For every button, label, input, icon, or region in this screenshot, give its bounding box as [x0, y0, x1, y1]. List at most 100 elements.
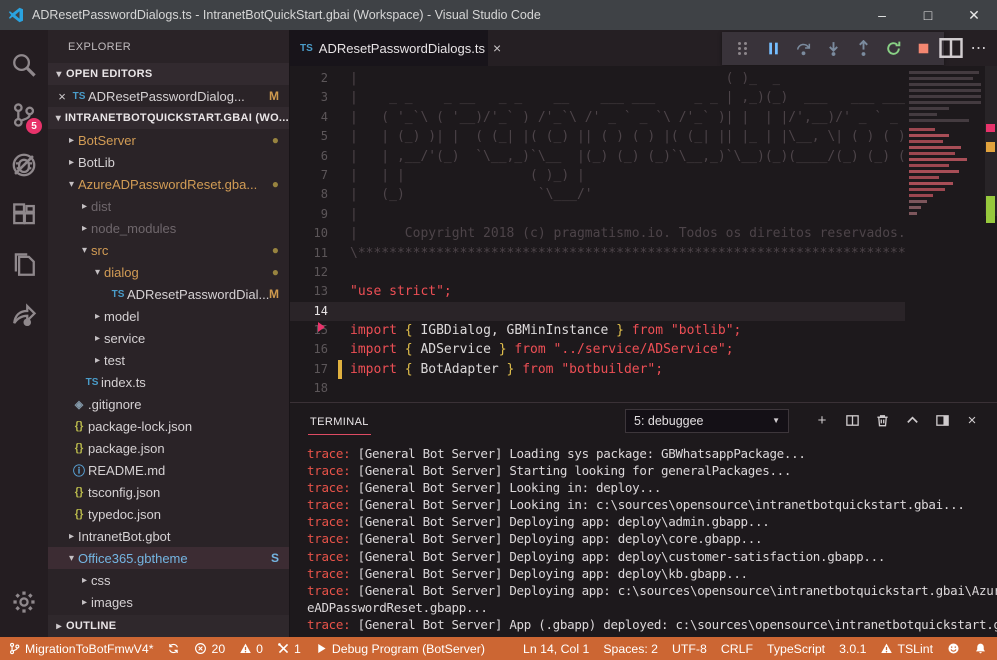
tree-item-dialog[interactable]: ▾dialog●	[48, 261, 289, 283]
tree-item-model[interactable]: ▸model	[48, 305, 289, 327]
toggle-panel-button[interactable]	[929, 408, 955, 434]
modified-badge: M	[269, 89, 279, 103]
code-line[interactable]: 4| ( '_`\ ( '__)/'_` ) /'_`\ /' _ ` _ `\…	[290, 108, 905, 127]
status-typescript[interactable]: TypeScript	[767, 642, 825, 656]
new-terminal-button[interactable]: +	[809, 408, 835, 434]
code-line[interactable]: 14	[290, 302, 905, 321]
code-line[interactable]: 3| _ _ _ __ _ _ __ ___ ___ _ _ | ,_)(_) …	[290, 88, 905, 107]
minimap[interactable]	[905, 66, 985, 402]
status-label: 20	[211, 642, 225, 656]
tree-item-index-ts[interactable]: TSindex.ts	[48, 371, 289, 393]
split-editor-button[interactable]	[937, 34, 965, 62]
code-line[interactable]: 18	[290, 379, 905, 398]
tree-item-test[interactable]: ▸test	[48, 349, 289, 371]
tree-item-service[interactable]: ▸service	[48, 327, 289, 349]
step-out-button[interactable]	[848, 34, 878, 64]
status-tslint[interactable]: TSLint	[880, 642, 933, 656]
breakpoint-arrow-icon[interactable]	[318, 322, 325, 332]
code-line[interactable]: 16import { ADService } from "../service/…	[290, 340, 905, 359]
close-icon[interactable]: ×	[54, 89, 70, 104]
code-line[interactable]: 10| Copyright 2018 (c) pragmatismo.io. T…	[290, 224, 905, 243]
status-bell-icon[interactable]	[974, 642, 987, 655]
kill-terminal-button[interactable]	[869, 408, 895, 434]
tab-close-icon[interactable]: ×	[493, 40, 501, 56]
stop-button[interactable]	[908, 34, 938, 64]
terminal-selector[interactable]: 5: debuggee ▼	[625, 409, 789, 433]
tree-item-botserver[interactable]: ▸BotServer●	[48, 129, 289, 151]
tree-item-gitignore[interactable]: ◈.gitignore	[48, 393, 289, 415]
tree-item-dist[interactable]: ▸dist	[48, 195, 289, 217]
outline-header[interactable]: ▸ OUTLINE	[48, 615, 289, 637]
code-line[interactable]: 17import { BotAdapter } from "botbuilder…	[290, 360, 905, 379]
tree-item-typedoc-json[interactable]: {}typedoc.json	[48, 503, 289, 525]
more-actions-button[interactable]: ⋯	[965, 34, 993, 62]
open-editors-header[interactable]: ▾ OPEN EDITORS	[48, 63, 289, 85]
restart-button[interactable]	[878, 34, 908, 64]
close-button[interactable]: ✕	[951, 0, 997, 30]
tree-item-label: dialog	[104, 265, 139, 280]
code-line[interactable]: 11\*************************************…	[290, 244, 905, 263]
tree-item-src[interactable]: ▾src●	[48, 239, 289, 261]
step-into-button[interactable]	[818, 34, 848, 64]
code-line[interactable]: 9|	[290, 205, 905, 224]
status-3-0-1[interactable]: 3.0.1	[839, 642, 866, 656]
code-line[interactable]: 8| (_) `\___/'	[290, 185, 905, 204]
status-20[interactable]: 20	[194, 642, 225, 656]
status-ln-14-col-1[interactable]: Ln 14, Col 1	[523, 642, 589, 656]
tab-adresetpassworddialogs[interactable]: TS ADResetPasswordDialogs.ts ×	[290, 30, 488, 66]
line-number: 5	[290, 127, 328, 146]
code-line[interactable]: 2| ( )_ _	[290, 69, 905, 88]
tree-item-images[interactable]: ▸images	[48, 591, 289, 613]
code-line[interactable]: 7| | | ( )_) |	[290, 166, 905, 185]
share-icon[interactable]	[0, 290, 48, 340]
status-spaces-2[interactable]: Spaces: 2	[603, 642, 658, 656]
tree-item-adresetpassworddial[interactable]: TSADResetPasswordDial...M	[48, 283, 289, 305]
terminal-tab[interactable]: TERMINAL	[308, 407, 371, 435]
status-sync-icon[interactable]	[167, 642, 180, 655]
debug-icon[interactable]	[0, 140, 48, 190]
terminal-line: trace: [General Bot Server] App (.gbapp)…	[307, 616, 997, 633]
pages-icon[interactable]	[0, 240, 48, 290]
tree-item-tsconfig-json[interactable]: {}tsconfig.json	[48, 481, 289, 503]
status-utf-8[interactable]: UTF-8	[672, 642, 707, 656]
drag-grip[interactable]	[728, 34, 758, 64]
open-editor-item[interactable]: ×TSADResetPasswordDialog...M	[48, 85, 289, 107]
minimize-button[interactable]: –	[859, 0, 905, 30]
split-terminal-button[interactable]	[839, 408, 865, 434]
code-line[interactable]: 12	[290, 263, 905, 282]
tree-item-package-json[interactable]: {}package.json	[48, 437, 289, 459]
code-editor[interactable]: 2| ( )_ _3| _ _ _ __ _ _ __ ___ ___ _ _ …	[290, 66, 997, 402]
pause-button[interactable]	[758, 34, 788, 64]
source-control-icon[interactable]: 5	[0, 90, 48, 140]
code-line[interactable]: 15import { IGBDialog, GBMinInstance } fr…	[290, 321, 905, 340]
code-line[interactable]: 5| | (_) )| | ( (_| |( (_) || ( ) ( ) |(…	[290, 127, 905, 146]
status-0[interactable]: 0	[239, 642, 263, 656]
terminal-output[interactable]: trace: [General Bot Server] Loading sys …	[290, 438, 997, 637]
code-line[interactable]: 13"use strict";	[290, 282, 905, 301]
status-migrationtobotfmwv4[interactable]: MigrationToBotFmwV4*	[8, 642, 153, 656]
tree-item-botlib[interactable]: ▸BotLib	[48, 151, 289, 173]
step-over-button[interactable]	[788, 34, 818, 64]
extensions-icon[interactable]	[0, 190, 48, 240]
code-line[interactable]: 6| | ,__/'(_) `\__,_)`\__ |(_) (_) (_)`\…	[290, 147, 905, 166]
status-smiley-icon[interactable]	[947, 642, 960, 655]
maximize-button[interactable]: □	[905, 0, 951, 30]
tree-item-readme-md[interactable]: ⓘREADME.md	[48, 459, 289, 481]
overview-ruler[interactable]	[985, 66, 997, 402]
tree-item-office365-gbtheme[interactable]: ▾Office365.gbthemeS	[48, 547, 289, 569]
status-debug-program-botserver[interactable]: Debug Program (BotServer)	[315, 642, 485, 656]
maximize-panel-button[interactable]	[899, 408, 925, 434]
status-bar: MigrationToBotFmwV4* 20 01 Debug Program (B…	[0, 637, 997, 660]
status-1[interactable]: 1	[277, 642, 301, 656]
close-panel-button[interactable]: ×	[959, 408, 985, 434]
status-crlf[interactable]: CRLF	[721, 642, 753, 656]
workspace-section-header[interactable]: ▾ INTRANETBOTQUICKSTART.GBAI (WO...	[48, 107, 289, 129]
tree-item-node-modules[interactable]: ▸node_modules	[48, 217, 289, 239]
gear-icon[interactable]	[0, 577, 48, 627]
line-number: 17	[290, 360, 328, 379]
tree-item-azureadpasswordreset-gba[interactable]: ▾AzureADPasswordReset.gba...●	[48, 173, 289, 195]
tree-item-css[interactable]: ▸css	[48, 569, 289, 591]
search-icon[interactable]	[0, 40, 48, 90]
tree-item-package-lock-json[interactable]: {}package-lock.json	[48, 415, 289, 437]
tree-item-intranetbot-gbot[interactable]: ▸IntranetBot.gbot	[48, 525, 289, 547]
